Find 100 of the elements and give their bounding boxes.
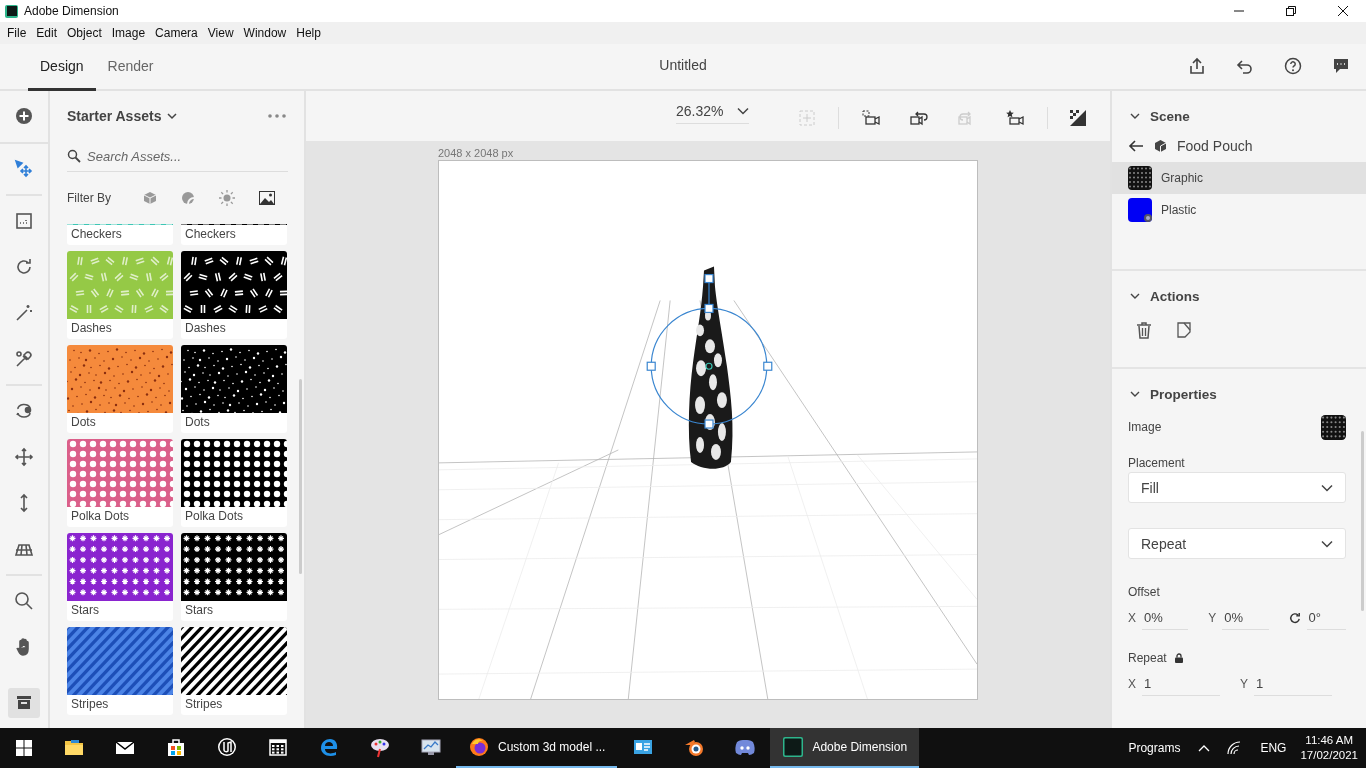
rotate-icon xyxy=(1288,611,1301,625)
material-row[interactable]: Plastic xyxy=(1112,194,1366,226)
section-title[interactable]: Scene xyxy=(1150,108,1190,124)
search-icon xyxy=(67,149,81,163)
palette-icon[interactable] xyxy=(368,736,391,758)
menu-item[interactable]: Help xyxy=(291,26,326,40)
menu-item[interactable]: Image xyxy=(106,26,151,40)
asset-tile[interactable]: Stripes xyxy=(67,627,173,715)
selection-gizmo[interactable] xyxy=(646,273,773,429)
search-field[interactable]: Search Assets... xyxy=(87,148,277,164)
chevron-icon[interactable] xyxy=(1130,112,1140,120)
clock-date[interactable]: 17/02/2021 xyxy=(1300,748,1358,763)
caret-icon[interactable] xyxy=(167,112,178,120)
image-filter-icon[interactable] xyxy=(259,191,275,205)
pan-icon[interactable] xyxy=(13,446,35,468)
placement-label: Placement xyxy=(1128,456,1186,470)
rotation-field[interactable]: 0° xyxy=(1306,606,1346,630)
start-icon[interactable] xyxy=(16,740,32,756)
asset-tile[interactable]: Polka Dots xyxy=(67,439,173,527)
image-label: Image xyxy=(1128,420,1162,434)
asset-tile[interactable]: Checkers xyxy=(67,224,173,245)
offset-y-field[interactable]: 0% xyxy=(1222,606,1269,630)
more-icon[interactable] xyxy=(268,114,286,118)
undo-icon[interactable] xyxy=(1236,57,1254,75)
library-dropdown[interactable]: Starter Assets xyxy=(67,108,162,124)
axis-label: X xyxy=(1128,611,1136,625)
move-icon[interactable] xyxy=(13,158,35,180)
delete-icon[interactable] xyxy=(1136,322,1152,339)
repeat-y-field[interactable]: 1 xyxy=(1254,672,1332,696)
calendar-icon[interactable] xyxy=(266,736,289,758)
lock-icon[interactable] xyxy=(1174,653,1183,663)
share-icon[interactable] xyxy=(1188,57,1206,75)
menu-item[interactable]: View xyxy=(202,26,239,40)
section-title[interactable]: Actions xyxy=(1150,288,1200,304)
section-title[interactable]: Properties xyxy=(1150,386,1217,402)
menu-item[interactable]: Edit xyxy=(31,26,63,40)
light-filter-icon[interactable] xyxy=(219,190,235,206)
axis-label: X xyxy=(1128,677,1136,691)
close-icon[interactable] xyxy=(1337,5,1349,17)
taskbar-app-button[interactable]: Adobe Dimension xyxy=(770,728,920,768)
clock-time[interactable]: 11:46 AM xyxy=(1305,733,1354,748)
material-name: Graphic xyxy=(1161,171,1204,185)
document-title: Untitled xyxy=(658,57,708,73)
asset-tile[interactable]: Dashes xyxy=(181,251,287,339)
document-size: 2048 x 2048 px xyxy=(438,147,515,159)
cube-icon xyxy=(1154,139,1167,153)
asset-tile[interactable]: Stripes xyxy=(181,627,287,715)
asset-tile[interactable]: Stars xyxy=(67,533,173,621)
chevron-icon[interactable] xyxy=(1130,292,1140,300)
back-arrow-icon[interactable] xyxy=(1128,140,1144,152)
object-name: Food Pouch xyxy=(1177,138,1253,154)
panel-toggle-icon[interactable] xyxy=(8,688,40,718)
caret-icon xyxy=(1321,483,1333,492)
material-swatch xyxy=(1128,166,1152,190)
camera-frame-icon[interactable] xyxy=(861,109,881,127)
asset-tile[interactable]: Checkers xyxy=(181,224,287,245)
repeat-label: Repeat xyxy=(1128,651,1167,665)
menu-item[interactable]: Window xyxy=(238,26,292,40)
menu-item[interactable]: Camera xyxy=(150,26,203,40)
asset-tile[interactable]: Dashes xyxy=(67,251,173,339)
window-title: Adobe Dimension xyxy=(24,4,119,18)
taskbar-app-button[interactable]: Custom 3d model ... xyxy=(456,728,618,768)
placement-dropdown[interactable]: Fill xyxy=(1128,472,1346,503)
material-row[interactable]: Graphic xyxy=(1112,162,1366,194)
chevron-icon[interactable] xyxy=(1130,390,1140,398)
sticker-icon[interactable] xyxy=(1176,322,1192,338)
asset-tile[interactable]: Dots xyxy=(67,345,173,433)
asset-tile[interactable]: Dots xyxy=(181,345,287,433)
zoom-dropdown[interactable]: 26.32% xyxy=(676,103,724,119)
zoom-icon[interactable] xyxy=(13,590,35,612)
menu-item[interactable]: Object xyxy=(62,26,107,40)
help-icon[interactable] xyxy=(1284,57,1302,75)
camera-undo-icon[interactable] xyxy=(909,109,929,127)
maximize-icon[interactable] xyxy=(1285,5,1297,17)
render-preview-icon[interactable] xyxy=(1070,110,1086,126)
repeat-x-field[interactable]: 1 xyxy=(1142,672,1220,696)
monitor-icon[interactable] xyxy=(419,736,442,758)
chevron-up-icon[interactable] xyxy=(1198,744,1211,752)
axis-label: Y xyxy=(1240,677,1248,691)
add-icon[interactable] xyxy=(15,107,33,125)
camera-bookmark-icon[interactable] xyxy=(1005,109,1025,127)
caret-icon xyxy=(1321,539,1333,548)
menu-item[interactable]: File xyxy=(2,26,32,40)
toolbar-label[interactable]: Programs xyxy=(1128,741,1181,755)
wrap-dropdown[interactable]: Repeat xyxy=(1128,528,1346,559)
image-swatch[interactable] xyxy=(1321,414,1346,440)
caret-icon[interactable] xyxy=(737,107,750,115)
axis-label: Y xyxy=(1208,611,1217,625)
material-filter-icon[interactable] xyxy=(181,191,195,205)
offset-label: Offset xyxy=(1128,585,1161,599)
cube-filter-icon[interactable] xyxy=(143,191,157,205)
asset-tile[interactable]: Stars xyxy=(181,533,287,621)
offset-x-field[interactable]: 0% xyxy=(1142,606,1189,630)
marquee-icon[interactable] xyxy=(13,210,35,232)
app-logo-icon xyxy=(5,4,18,18)
wifi-icon[interactable] xyxy=(1226,741,1243,755)
mode-tab[interactable]: Render xyxy=(95,44,166,91)
comment-icon[interactable] xyxy=(1332,57,1350,75)
language-indicator[interactable]: ENG xyxy=(1260,741,1287,755)
asset-tile[interactable]: Polka Dots xyxy=(181,439,287,527)
